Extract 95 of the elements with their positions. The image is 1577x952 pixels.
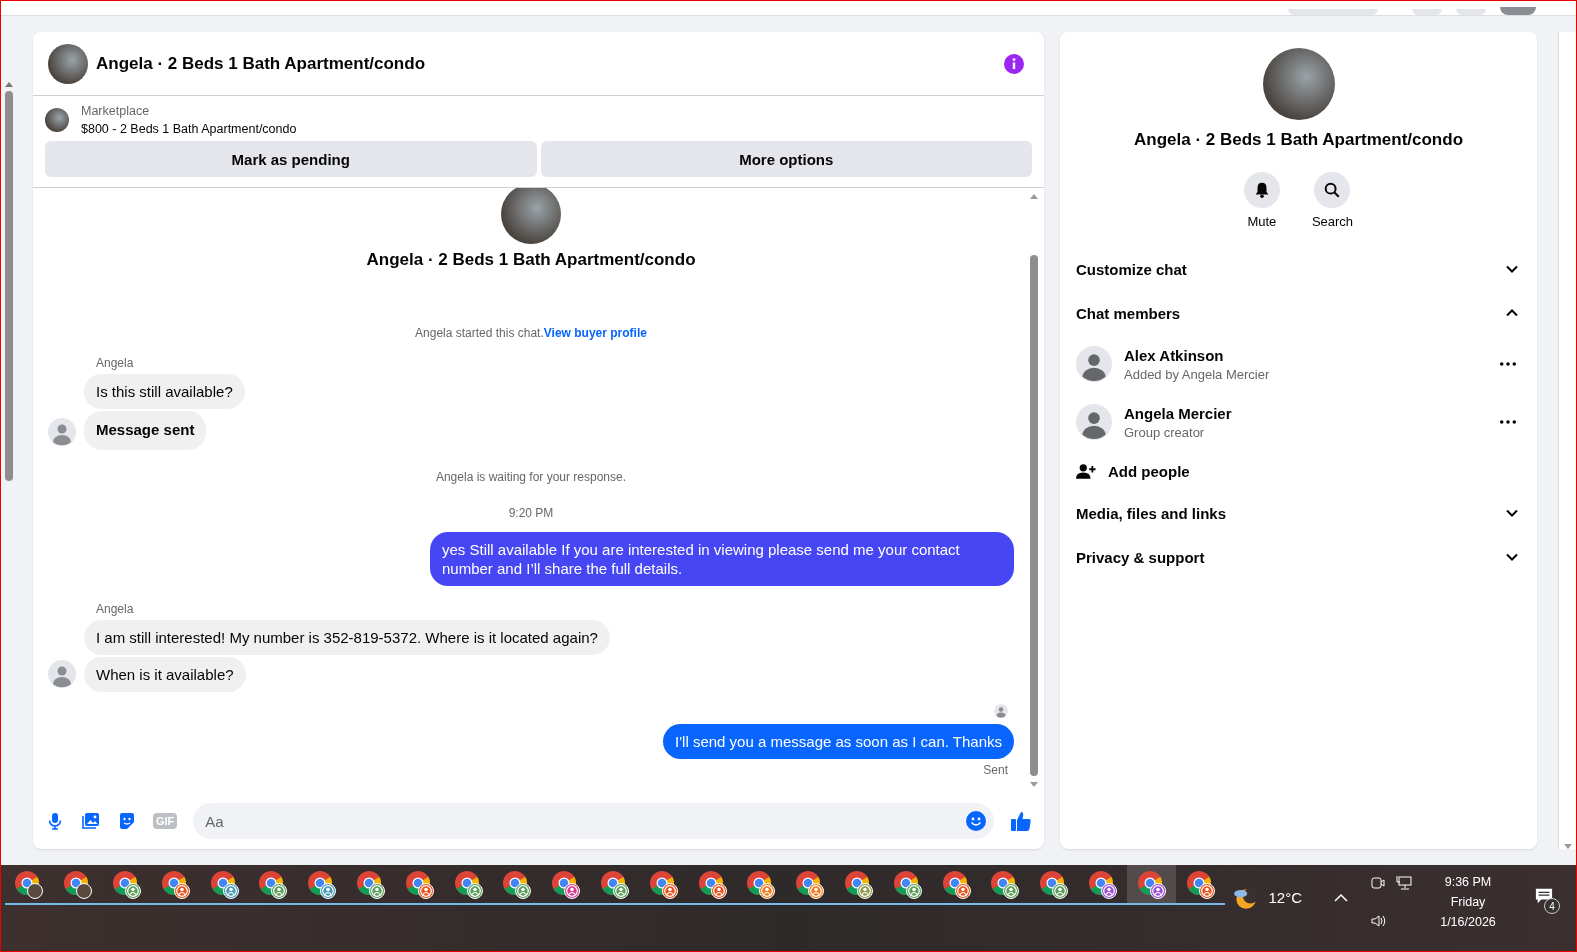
speaker-icon[interactable] xyxy=(1370,913,1386,929)
action-label: Search xyxy=(1311,214,1354,229)
search-button[interactable] xyxy=(1314,172,1351,208)
camera-icon[interactable] xyxy=(1370,875,1386,891)
more-icon[interactable] xyxy=(1499,419,1517,425)
browser-profile-icon xyxy=(990,870,1021,900)
conversation-title: Angela · 2 Beds 1 Bath Apartment/condo xyxy=(366,250,696,270)
member-role: Group creator xyxy=(1124,424,1206,440)
photo-placeholder xyxy=(45,108,69,132)
scroll-up-arrow-icon[interactable] xyxy=(4,82,13,87)
browser-profile-icon xyxy=(453,870,484,900)
message-bubble: Message sent xyxy=(84,411,207,450)
browser-profile-icon xyxy=(112,870,142,900)
avatar-icon xyxy=(1076,404,1112,440)
scrollbar-thumb[interactable] xyxy=(1030,255,1038,776)
notification-count: 4 xyxy=(1544,898,1560,914)
notifications-button[interactable]: 4 xyxy=(1534,887,1560,913)
browser-profile-icon xyxy=(355,870,386,900)
scroll-up-arrow-icon[interactable] xyxy=(1030,194,1038,199)
section-header[interactable]: Media, files and links xyxy=(1076,491,1521,535)
more-icon[interactable] xyxy=(1499,361,1517,367)
action-label: Mute xyxy=(1247,214,1277,229)
info-icon[interactable] xyxy=(1004,53,1024,74)
sender-name: Angela xyxy=(96,602,135,616)
scroll-down-arrow-icon[interactable] xyxy=(1563,844,1572,849)
emoji-icon[interactable] xyxy=(966,811,986,831)
browser-profile-icon xyxy=(209,870,240,900)
message-bubble: I'll send you a message as soon as I can. Thanks xyxy=(663,724,1014,759)
search-icon xyxy=(1323,181,1342,199)
avatar-icon xyxy=(1076,346,1112,382)
browser-profile-icon xyxy=(1136,870,1167,900)
image-icon[interactable] xyxy=(81,811,101,831)
thumbs-up-icon[interactable] xyxy=(1010,810,1032,832)
scrollbar-thumb[interactable] xyxy=(4,91,13,481)
chat-title: Angela · 2 Beds 1 Bath Apartment/condo xyxy=(96,53,427,74)
action-button[interactable]: More options xyxy=(540,141,1032,177)
message-input[interactable]: Aa xyxy=(193,803,994,839)
browser-profile-icon xyxy=(697,870,728,900)
network-icon[interactable] xyxy=(1396,875,1412,891)
action-button[interactable]: Mark as pending xyxy=(45,141,537,177)
section-header[interactable]: Chat members xyxy=(1076,291,1521,335)
message-bubble: Is this still available? xyxy=(84,374,245,409)
browser-profile-icon xyxy=(941,870,972,900)
browser-profile-photo-icon xyxy=(63,870,94,900)
clock-day[interactable]: Friday xyxy=(1450,895,1486,909)
weather-temperature[interactable]: 12°C xyxy=(1268,889,1302,906)
mute-button[interactable] xyxy=(1243,172,1280,208)
message-bubble: When is it available? xyxy=(84,657,246,692)
clock-time[interactable]: 9:36 PM xyxy=(1444,875,1492,889)
browser-profile-icon xyxy=(746,870,777,900)
section-header[interactable]: Customize chat xyxy=(1076,247,1521,291)
add-person-icon xyxy=(1076,462,1096,480)
browser-profile-icon xyxy=(648,870,679,900)
browser-profile-icon xyxy=(599,870,630,900)
browser-profile-icon xyxy=(160,870,191,900)
chat-notice: Angela is waiting for your response. xyxy=(435,470,627,484)
chat-notice: Angela started this chat.View buyer profile xyxy=(415,326,647,340)
scroll-down-arrow-icon[interactable] xyxy=(1030,782,1038,787)
browser-profile-icon xyxy=(1185,870,1216,900)
browser-profile-icon xyxy=(404,870,435,900)
taskbar-app[interactable] xyxy=(1127,865,1177,905)
browser-profile-photo-icon xyxy=(14,870,45,900)
conversation-title: Angela · 2 Beds 1 Bath Apartment/condo xyxy=(1134,130,1463,150)
delivery-status: Sent xyxy=(983,763,1008,777)
photo-placeholder xyxy=(48,43,88,84)
section-header[interactable]: Privacy & support xyxy=(1076,535,1521,579)
timestamp: 9:20 PM xyxy=(508,506,554,520)
browser-profile-icon xyxy=(307,870,338,900)
seen-avatar-icon xyxy=(994,704,1008,718)
listing-title: $800 - 2 Beds 1 Bath Apartment/condo xyxy=(81,122,297,136)
browser-profile-icon xyxy=(258,870,289,900)
clock-date[interactable]: 1/16/2026 xyxy=(1440,915,1496,929)
browser-profile-icon xyxy=(892,870,923,900)
sticker-icon[interactable] xyxy=(117,811,137,831)
avatar-icon xyxy=(48,660,76,688)
listing-label: Marketplace xyxy=(81,104,151,118)
photo-placeholder xyxy=(501,188,561,244)
browser-profile-icon xyxy=(1039,870,1070,900)
browser-profile-icon xyxy=(843,870,874,900)
chevron-up-icon[interactable] xyxy=(1334,893,1348,903)
sender-name: Angela xyxy=(96,356,135,370)
message-bubble: yes Still available If you are interested in viewing please send me your contact number and I’ll share the full details. xyxy=(430,532,1014,586)
view-profile-link[interactable]: View buyer profile xyxy=(543,326,647,340)
scrollbar[interactable] xyxy=(1558,32,1576,849)
browser-profile-icon xyxy=(551,870,582,900)
profile-avatar[interactable] xyxy=(1500,7,1536,15)
add-people-button[interactable]: Add people xyxy=(1076,451,1521,491)
member-name: Angela Mercier xyxy=(1124,404,1233,422)
member-role: Added by Angela Mercier xyxy=(1124,366,1271,382)
browser-profile-icon xyxy=(502,870,533,900)
member-name: Alex Atkinson xyxy=(1124,346,1225,364)
browser-profile-icon xyxy=(795,870,826,900)
browser-profile-icon xyxy=(1087,870,1118,900)
message-bubble: I am still interested! My number is 352-819-5372. Where is it located again? xyxy=(84,620,610,655)
avatar-icon xyxy=(48,418,76,446)
